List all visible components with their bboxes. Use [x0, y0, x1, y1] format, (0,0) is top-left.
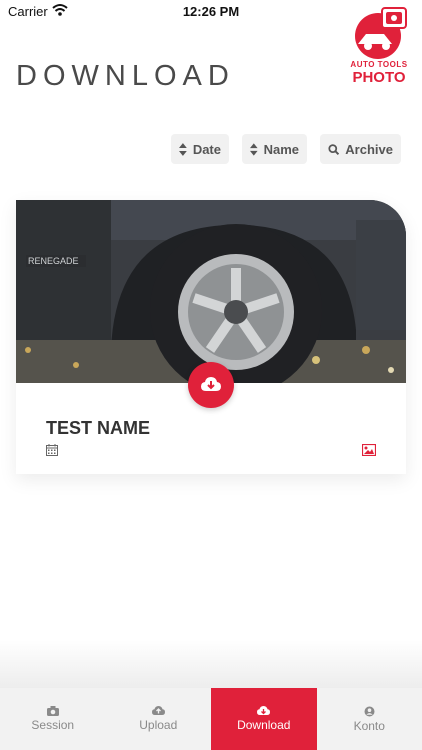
logo-camera-icon [355, 7, 407, 59]
download-button[interactable] [188, 362, 234, 408]
sort-name-label: Name [263, 141, 299, 157]
tab-konto-label: Konto [353, 719, 385, 733]
tab-download[interactable]: Download [211, 688, 317, 750]
download-card[interactable]: RENEGADE TEST NAME [16, 200, 406, 474]
sort-by-date-button[interactable]: Date [171, 134, 229, 164]
logo-text-top: AUTO TOOLS [350, 60, 408, 69]
search-icon [328, 143, 340, 155]
cloud-download-icon [201, 377, 221, 391]
archive-label: Archive [345, 141, 393, 157]
calendar-icon [46, 444, 58, 456]
tab-download-label: Download [237, 718, 291, 732]
app-logo: AUTO TOOLS PHOTO [344, 4, 414, 88]
sort-icon [179, 142, 187, 156]
camera-icon [46, 706, 59, 716]
sort-date-label: Date [192, 141, 221, 157]
tab-konto[interactable]: Konto [317, 688, 422, 750]
archive-button[interactable]: Archive [320, 134, 401, 164]
page-title: DOWNLOAD [16, 60, 235, 92]
car-wheel-photo: RENEGADE [16, 200, 406, 383]
tab-bar: Session Upload Download Konto [0, 688, 422, 750]
card-photo[interactable]: RENEGADE [16, 200, 406, 383]
car-badge-text: RENEGADE [28, 256, 79, 266]
sort-icon [250, 142, 258, 156]
logo-text-bottom: PHOTO [352, 69, 406, 86]
tab-session-label: Session [31, 718, 75, 732]
user-icon [364, 706, 375, 717]
image-icon[interactable] [362, 444, 376, 456]
tab-upload[interactable]: Upload [106, 688, 212, 750]
tab-upload-label: Upload [139, 718, 178, 732]
tab-session[interactable]: Session [0, 688, 106, 750]
card-title: TEST NAME [46, 418, 151, 438]
cloud-upload-icon [151, 706, 165, 715]
cloud-download-icon [257, 706, 271, 715]
sort-by-name-button[interactable]: Name [242, 134, 307, 164]
bottom-shade [0, 640, 422, 688]
